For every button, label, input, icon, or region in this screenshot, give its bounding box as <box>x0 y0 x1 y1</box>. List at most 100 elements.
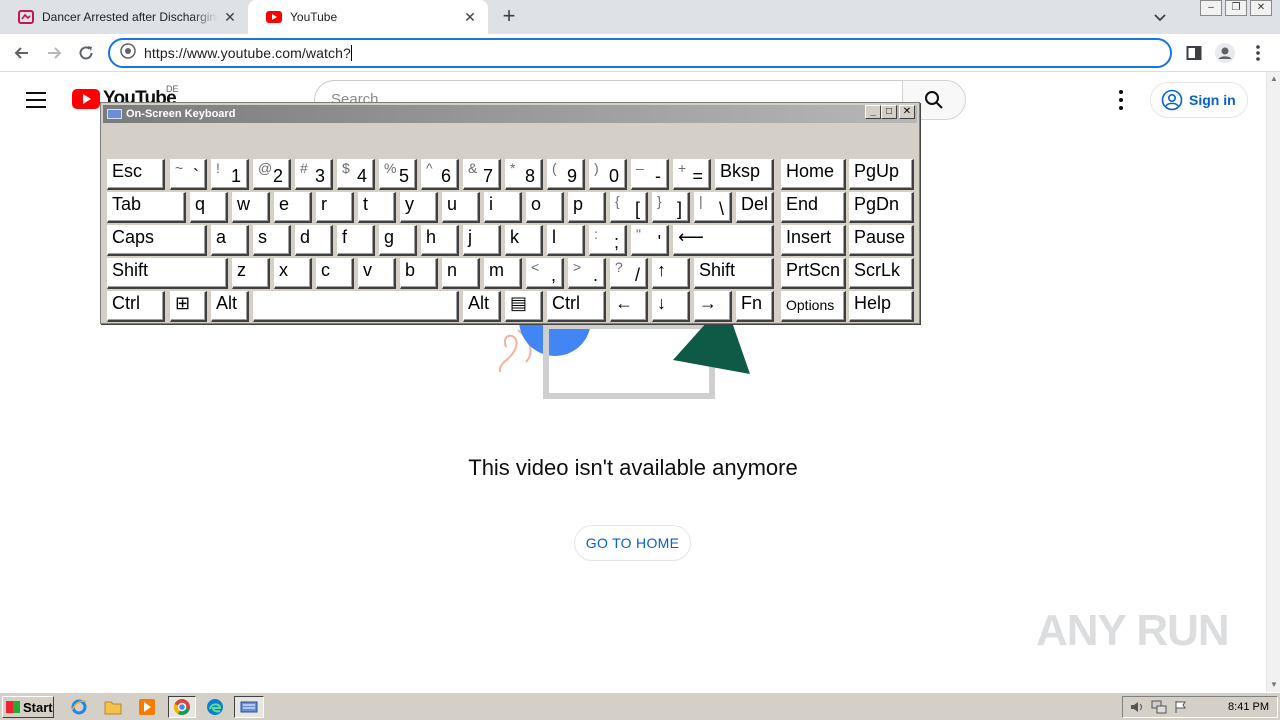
forward-icon[interactable] <box>42 41 66 65</box>
key-minus[interactable]: – - <box>631 159 669 190</box>
key-tilde[interactable]: ~ ` <box>170 159 207 190</box>
close-window-icon[interactable]: ✕ <box>1250 0 1272 16</box>
address-bar[interactable]: https://www.youtube.com/watch? <box>108 38 1172 68</box>
key-home[interactable]: Home <box>781 159 846 190</box>
key-u[interactable]: u <box>442 192 480 223</box>
internet-explorer-icon[interactable] <box>68 696 90 718</box>
page-scrollbar[interactable]: ▲ ▼ <box>1266 72 1280 692</box>
key-ralt[interactable]: Alt <box>463 291 501 322</box>
key-8[interactable]: * 8 <box>505 159 543 190</box>
key-c[interactable]: c <box>316 258 354 289</box>
key-5[interactable]: % 5 <box>379 159 417 190</box>
key-bksp[interactable]: Bksp <box>715 159 774 190</box>
key-q[interactable]: q <box>190 192 228 223</box>
key-d[interactable]: d <box>295 225 333 256</box>
key-lalt[interactable]: Alt <box>211 291 249 322</box>
taskbar-clock[interactable]: 8:41 PM <box>1228 701 1269 713</box>
key-left[interactable]: ← <box>610 291 648 322</box>
key-rshift[interactable]: Shift <box>694 258 774 289</box>
go-to-home-button[interactable]: GO TO HOME <box>574 525 691 561</box>
file-explorer-icon[interactable] <box>102 696 124 718</box>
key-tab[interactable]: Tab <box>107 192 186 223</box>
key-del[interactable]: Del <box>736 192 774 223</box>
key-r[interactable]: r <box>316 192 354 223</box>
key-x[interactable]: x <box>274 258 312 289</box>
scroll-up-icon[interactable]: ▲ <box>1269 74 1279 84</box>
tab-close-icon[interactable]: ✕ <box>222 9 238 25</box>
tab-close-icon[interactable]: ✕ <box>462 9 478 25</box>
volume-icon[interactable] <box>1129 699 1145 715</box>
key-help[interactable]: Help <box>849 291 914 322</box>
key-f[interactable]: f <box>337 225 375 256</box>
key-9[interactable]: (9 <box>547 159 585 190</box>
key-v[interactable]: v <box>358 258 396 289</box>
key-equals[interactable]: + = <box>673 159 711 190</box>
key-quote[interactable]: " ' <box>631 225 669 256</box>
key-rctrl[interactable]: Ctrl <box>547 291 606 322</box>
key-3[interactable]: #3 <box>295 159 333 190</box>
key-lshift[interactable]: Shift <box>107 258 228 289</box>
key-pgup[interactable]: PgUp <box>849 159 914 190</box>
key-k[interactable]: k <box>505 225 543 256</box>
osk-taskbar-icon[interactable] <box>234 696 264 718</box>
key-m[interactable]: m <box>484 258 522 289</box>
key-fn[interactable]: Fn <box>736 291 774 322</box>
key-semicolon[interactable]: :; <box>589 225 627 256</box>
key-t[interactable]: t <box>358 192 396 223</box>
key-g[interactable]: g <box>379 225 417 256</box>
profile-icon[interactable] <box>1213 41 1237 65</box>
key-insert[interactable]: Insert <box>781 225 846 256</box>
key-p[interactable]: p <box>568 192 606 223</box>
tab-dancer-arrested[interactable]: Dancer Arrested after Discharging G ✕ <box>0 0 248 34</box>
key-pgdn[interactable]: PgDn <box>849 192 914 223</box>
key-rbracket[interactable]: }] <box>652 192 690 223</box>
key-w[interactable]: w <box>232 192 270 223</box>
key-slash[interactable]: ? / <box>610 258 648 289</box>
key-n[interactable]: n <box>442 258 480 289</box>
key-comma[interactable]: <, <box>526 258 564 289</box>
key-space[interactable] <box>253 291 459 322</box>
key-caps[interactable]: Caps <box>107 225 207 256</box>
key-win[interactable]: ⊞ <box>170 291 207 322</box>
key-7[interactable]: & 7 <box>463 159 501 190</box>
restore-icon[interactable]: ❐ <box>1225 0 1247 16</box>
key-1[interactable]: ! 1 <box>211 159 249 190</box>
back-icon[interactable] <box>10 41 34 65</box>
key-l[interactable]: l <box>547 225 585 256</box>
key-lctrl[interactable]: Ctrl <box>107 291 165 322</box>
osk-minimize-icon[interactable]: _ <box>865 105 881 119</box>
osk-title-bar[interactable]: On-Screen Keyboard <box>103 105 917 123</box>
key-y[interactable]: y <box>400 192 438 223</box>
key-right[interactable]: → <box>694 291 732 322</box>
chrome-menu-icon[interactable] <box>1246 41 1270 65</box>
key-b[interactable]: b <box>400 258 438 289</box>
tab-youtube[interactable]: YouTube ✕ <box>248 0 488 34</box>
key-2[interactable]: @2 <box>253 159 291 190</box>
key-menu[interactable]: ▤ <box>505 291 543 322</box>
osk-close-icon[interactable]: ✕ <box>899 105 915 119</box>
key-lbracket[interactable]: {[ <box>610 192 648 223</box>
guide-menu-icon[interactable] <box>26 92 46 108</box>
edge-icon[interactable] <box>204 696 226 718</box>
action-center-flag-icon[interactable] <box>1173 699 1189 715</box>
key-up[interactable]: ↑ <box>652 258 690 289</box>
key-j[interactable]: j <box>463 225 501 256</box>
key-esc[interactable]: Esc <box>107 159 165 190</box>
sign-in-button[interactable]: Sign in <box>1150 82 1248 118</box>
key-backslash[interactable]: | \ <box>694 192 732 223</box>
key-scrlk[interactable]: ScrLk <box>849 258 914 289</box>
key-pause[interactable]: Pause <box>849 225 914 256</box>
network-icon[interactable] <box>1151 699 1167 715</box>
key-o[interactable]: o <box>526 192 564 223</box>
key-end[interactable]: End <box>781 192 846 223</box>
minimize-icon[interactable]: – <box>1200 0 1222 16</box>
key-prtscn[interactable]: PrtScn <box>781 258 846 289</box>
osk-maximize-icon[interactable]: □ <box>881 105 897 119</box>
tab-search-chevron-icon[interactable] <box>1152 9 1168 25</box>
key-options[interactable]: Options <box>781 291 846 322</box>
start-button[interactable]: Start <box>2 696 54 718</box>
reload-icon[interactable] <box>74 41 98 65</box>
scroll-down-icon[interactable]: ▼ <box>1269 680 1279 690</box>
settings-kebab-icon[interactable] <box>1112 90 1130 110</box>
key-0[interactable]: ) 0 <box>589 159 627 190</box>
